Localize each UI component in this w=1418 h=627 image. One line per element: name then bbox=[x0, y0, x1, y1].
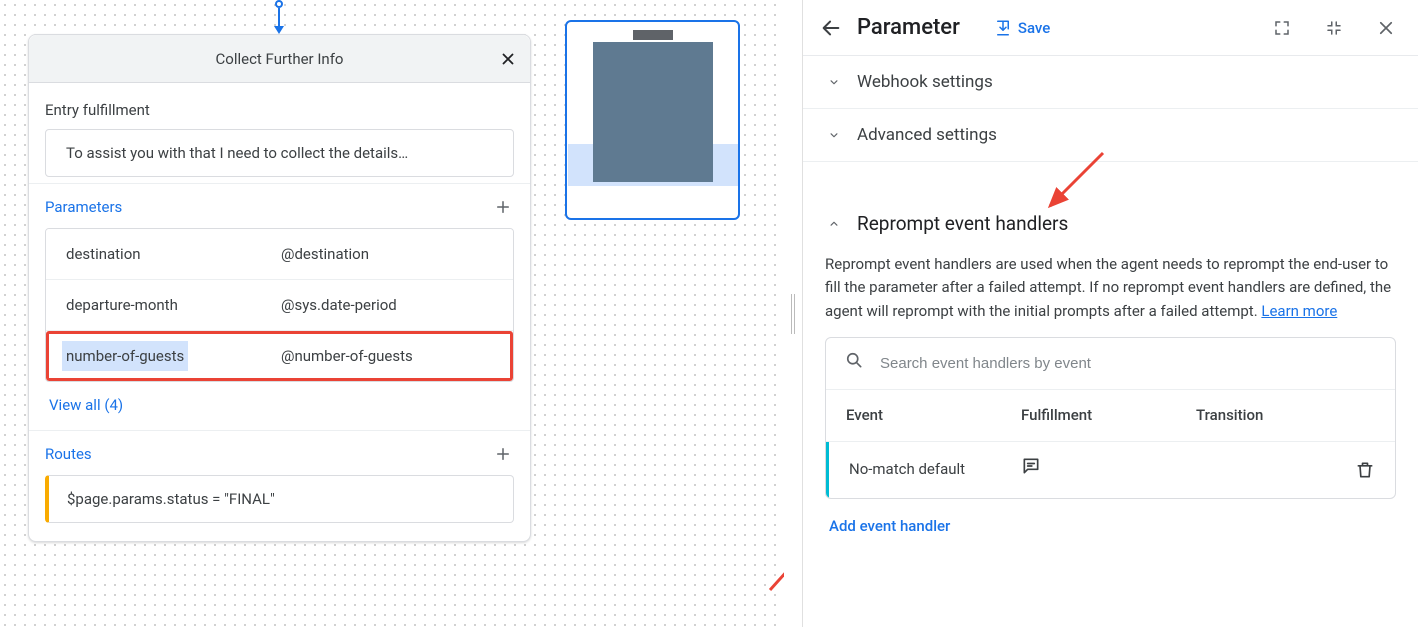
parameters-section: Parameters destination @destination depa… bbox=[29, 183, 530, 430]
thumbnail-tab bbox=[633, 30, 673, 40]
event-handler-row[interactable]: No-match default bbox=[826, 442, 1395, 497]
search-icon bbox=[844, 350, 864, 377]
event-handler-table-head: Event Fulfillment Transition bbox=[826, 390, 1395, 442]
view-all-parameters-link[interactable]: View all (4) bbox=[45, 382, 127, 424]
panel-header: Parameter Save bbox=[803, 0, 1418, 56]
node-title: Collect Further Info bbox=[216, 50, 344, 68]
entry-fulfillment-section: Entry fulfillment To assist you with tha… bbox=[29, 83, 530, 183]
event-handler-search[interactable] bbox=[826, 338, 1395, 390]
parameter-row[interactable]: destination @destination bbox=[46, 229, 513, 279]
page-node-card[interactable]: Collect Further Info Entry fulfillment T… bbox=[28, 34, 531, 542]
splitter-grip-icon bbox=[791, 294, 795, 334]
webhook-settings-accordion[interactable]: Webhook settings bbox=[803, 56, 1418, 109]
delete-icon[interactable] bbox=[1355, 460, 1375, 480]
advanced-settings-accordion[interactable]: Advanced settings bbox=[803, 109, 1418, 162]
reprompt-handlers-accordion: Reprompt event handlers Reprompt event h… bbox=[803, 196, 1418, 556]
save-icon bbox=[994, 19, 1012, 37]
parameter-row[interactable]: departure-month @sys.date-period bbox=[46, 279, 513, 330]
route-row[interactable]: $page.params.status = "FINAL" bbox=[45, 475, 514, 523]
fullscreen-enter-icon[interactable] bbox=[1270, 16, 1294, 40]
panel-title: Parameter bbox=[857, 15, 960, 40]
thumbnail-body bbox=[593, 42, 713, 182]
chevron-down-icon bbox=[825, 73, 843, 91]
event-handler-search-input[interactable] bbox=[878, 354, 1377, 373]
parameter-panel: Parameter Save bbox=[802, 0, 1418, 627]
routes-section: Routes $page.params.status = "FINAL" bbox=[29, 430, 530, 541]
message-icon bbox=[1021, 462, 1041, 480]
close-icon[interactable] bbox=[1374, 16, 1398, 40]
add-event-handler-link[interactable]: Add event handler bbox=[825, 509, 954, 538]
chevron-down-icon bbox=[825, 126, 843, 144]
flow-node-thumbnail[interactable] bbox=[565, 20, 740, 220]
parameters-label[interactable]: Parameters bbox=[45, 198, 122, 216]
back-icon[interactable] bbox=[819, 16, 843, 40]
flow-canvas[interactable]: Collect Further Info Entry fulfillment T… bbox=[0, 0, 784, 627]
panel-splitter[interactable] bbox=[784, 0, 802, 627]
reprompt-handlers-header[interactable]: Reprompt event handlers bbox=[803, 196, 1418, 251]
routes-label[interactable]: Routes bbox=[45, 445, 92, 463]
parameter-list: destination @destination departure-month… bbox=[45, 228, 514, 382]
entry-fulfillment-label: Entry fulfillment bbox=[45, 101, 514, 119]
save-button[interactable]: Save bbox=[994, 19, 1050, 37]
node-inlet-connector bbox=[278, 0, 280, 34]
entry-fulfillment-value[interactable]: To assist you with that I need to collec… bbox=[45, 129, 514, 177]
fullscreen-exit-icon[interactable] bbox=[1322, 16, 1346, 40]
add-parameter-button[interactable] bbox=[492, 196, 514, 218]
event-handlers-table: Event Fulfillment Transition No-match de… bbox=[825, 337, 1396, 499]
chevron-up-icon bbox=[825, 215, 843, 233]
learn-more-link[interactable]: Learn more bbox=[1261, 302, 1337, 320]
node-header: Collect Further Info bbox=[29, 35, 530, 83]
add-route-button[interactable] bbox=[492, 443, 514, 465]
close-icon[interactable] bbox=[496, 47, 520, 71]
parameter-row-selected[interactable]: number-of-guests @number-of-guests bbox=[46, 330, 513, 381]
